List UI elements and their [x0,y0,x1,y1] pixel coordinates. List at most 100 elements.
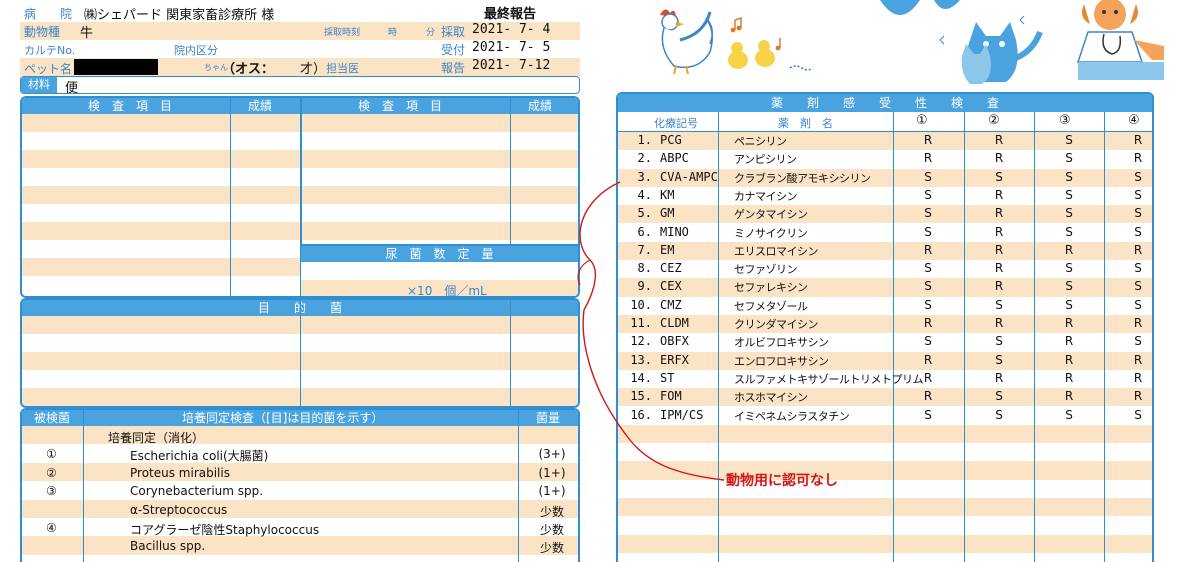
isolate-1-result: S [924,407,932,422]
drug-name: クラブラン酸アモキシシリン [734,171,871,185]
culture-row: ① Escherichia coli(大腸菌) (3+) [22,446,578,464]
culture-mark: ② [46,465,57,480]
drug-row: 2. ABPC アンピシリン R R S R [618,150,1152,168]
isolate-4-result: R [1133,133,1143,147]
isolate-2-result: R [994,316,1004,330]
drug-code-header: 化療記号 [654,117,698,130]
minute-label: 分 [426,28,436,38]
isolate-2-result: S [995,407,1003,422]
doctor-dog-icon [1076,0,1164,80]
drug-name: アンピシリン [734,153,797,167]
exam-col2-header: 成績 [248,99,273,113]
isolate-1-result: R [923,352,933,367]
culture-organism: Corynebacterium spp. [130,484,264,499]
culture-organism: α-Streptococcus [130,502,228,517]
culture-col2-header: 培養同定検査（[目]は目的菌を示す） [182,411,384,425]
animal-value: 牛 [80,26,94,41]
isolate-3-result: S [1065,187,1073,202]
report-date: 2021- 7-12 [472,58,551,73]
culture-col3-header: 菌量 [536,411,561,425]
isolate-3-result: S [1065,297,1073,312]
isolate-4-result: S [1134,187,1142,202]
isolate-1-result: S [924,187,932,202]
exam-col4-header: 成績 [528,99,553,113]
drug-name: エンロフロキサシン [734,354,829,368]
cats-icon [880,0,1043,84]
drug-code: PCG [660,133,682,147]
isolate-4-result: S [1134,334,1142,349]
hand-drawn-bracket [577,181,725,481]
culture-row: ③ Corynebacterium spp. (1+) [22,483,578,501]
isolate-3-result: S [1065,151,1073,166]
receive-label: 受付 [441,43,466,57]
target-bacteria-box: 目 的 菌 [20,298,580,408]
isolate-3-result: R [1064,242,1074,257]
isolate-2-result: R [994,279,1004,294]
ward-label: 院内区分 [174,44,218,57]
culture-amount: 少数 [539,523,564,537]
culture-organism: コアグラーゼ陰性Staphylococcus [130,523,320,537]
isolate-1-result: S [924,279,932,294]
culture-mark: ① [46,447,57,462]
report-label: 報告 [441,61,466,75]
isolate-4-result: S [1134,261,1142,276]
drug-code: ABPC [660,151,689,166]
isolate-4-result: S [1134,279,1142,294]
isolate-2-result: S [995,334,1003,349]
unapproved-note: 動物用に認可なし [726,473,838,489]
drug-column-headers: 化療記号 薬 剤 名 ① ② ③ ④ [618,112,1152,131]
isolate-4-header: ④ [1128,113,1140,128]
culture-amount: 少数 [539,504,564,519]
isolate-2-result: R [994,187,1004,202]
isolate-2-header: ② [988,113,1000,128]
drug-row: 1. PCG ペニシリン R R S R [618,132,1152,150]
isolate-1-result: R [923,242,933,257]
isolate-3-result: S [1065,279,1073,294]
drug-name: セファレキシン [734,281,808,295]
culture-row: ④ コアグラーゼ陰性Staphylococcus 少数 [22,520,578,538]
isolate-2-result: R [994,133,1004,147]
culture-row: Bacillus spp. 少数 [22,538,578,556]
animal-label: 動物種 [24,25,61,39]
drug-name: エリスロマイシン [734,244,819,258]
drug-name: クリンダマイシン [734,318,819,331]
culture-organism: Proteus mirabilis [130,465,230,480]
isolate-4-result: R [1133,242,1143,257]
isolate-1-result: R [923,370,933,385]
culture-box: 被検菌 培養同定検査（[目]は目的菌を示す） 菌量 培養同定（消化） ① Esche… [20,408,580,562]
drug-name: ペニシリン [734,135,787,148]
culture-mark: ③ [46,484,57,499]
isolate-4-result: R [1133,151,1143,166]
isolate-1-result: S [924,206,932,221]
isolate-3-header: ③ [1059,113,1071,128]
isolate-3-result: S [1065,169,1073,184]
isolate-3-result: S [1065,133,1073,147]
drug-name: ゲンタマイシン [734,208,808,222]
culture-row: ② Proteus mirabilis (1+) [22,465,578,483]
hour-label: 時 [388,28,398,38]
drug-name-header: 薬 剤 名 [778,117,833,130]
isolate-4-result: S [1134,206,1142,221]
isolate-2-result: R [994,242,1004,257]
exam-items-box: 検 査 項 目 成績 検 査 項 目 成績 尿 菌 数 定 量 ×10 個／mL [20,96,580,298]
pet-label: ペット名 [24,62,73,76]
isolate-2-result: S [995,352,1003,367]
material-value: 便 [65,81,79,96]
urine-count-box: 尿 菌 数 定 量 ×10 個／mL [301,244,578,296]
drug-name: イミペネムシラスタチン [734,409,850,423]
isolate-4-result: S [1134,297,1142,312]
isolate-1-header: ① [916,113,928,128]
collect-label: 採取 [441,25,466,39]
isolate-1-result: S [924,169,932,184]
drug-name: セフメタゾール [734,299,808,313]
isolate-4-result: R [1133,370,1143,385]
isolate-4-result: S [1134,169,1142,184]
chicks-icon [728,40,813,71]
report-title: 最終報告 [484,7,537,22]
culture-row: α-Streptococcus 少数 [22,502,578,520]
material-label: 材料 [21,77,57,93]
isolate-2-result: R [994,151,1004,166]
isolate-1-result: S [924,297,932,312]
redacted-pet-name [74,59,158,75]
culture-mark: ④ [46,521,57,535]
